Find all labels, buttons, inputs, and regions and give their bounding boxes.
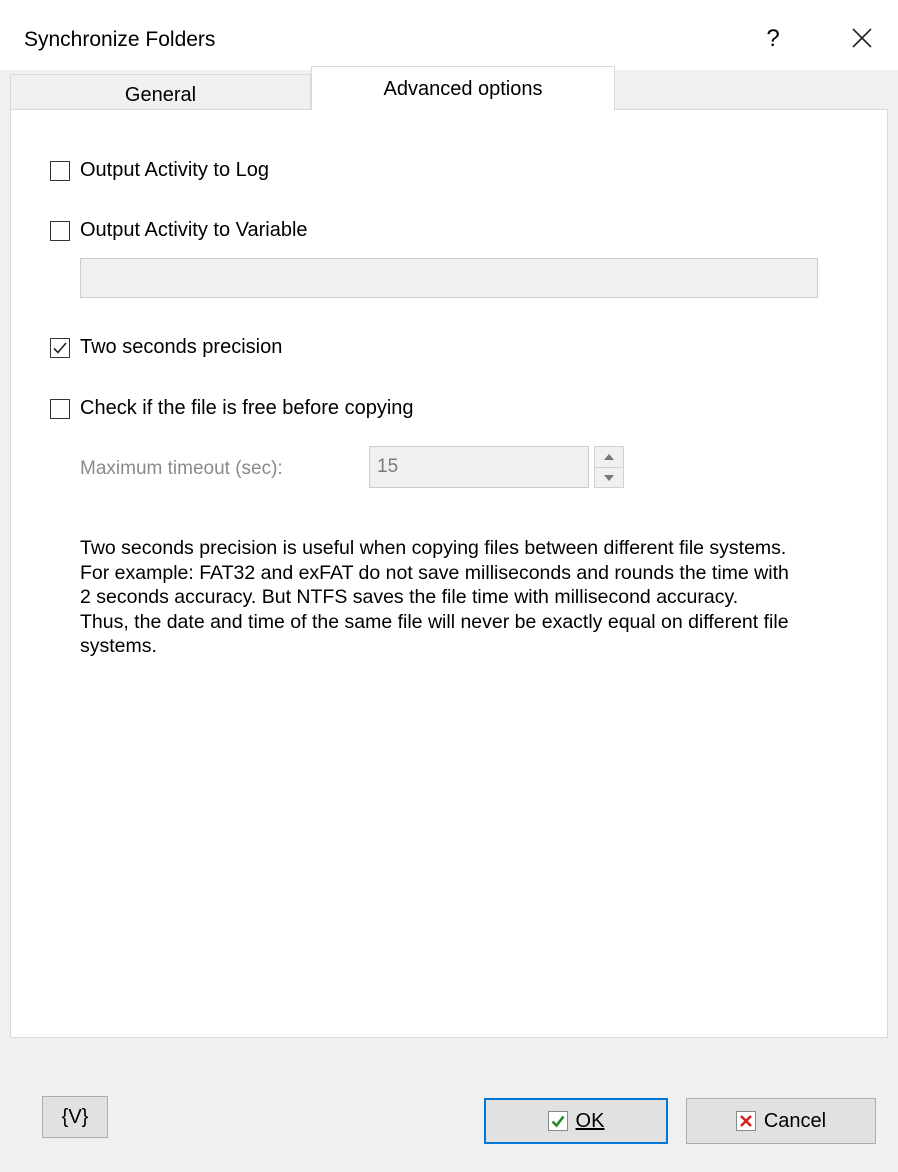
cancel-label: Cancel [763, 1109, 827, 1132]
output-log-option[interactable]: Output Activity to Log [50, 159, 269, 182]
two-seconds-label: Two seconds precision [80, 336, 283, 358]
help-button[interactable]: ? [756, 22, 790, 56]
checkmark-icon [53, 341, 67, 354]
close-button[interactable] [842, 20, 882, 58]
arrow-down-icon [604, 475, 614, 481]
ok-check-icon [547, 1111, 568, 1131]
ok-button[interactable]: OK [484, 1098, 668, 1144]
tab-general[interactable]: General [10, 74, 311, 112]
output-variable-checkbox[interactable] [50, 220, 70, 241]
close-icon [852, 28, 872, 48]
cancel-button[interactable]: Cancel [686, 1098, 876, 1144]
variables-button[interactable]: {V} [42, 1096, 108, 1138]
two-seconds-option[interactable]: Two seconds precision [50, 336, 282, 359]
window-title: Synchronize Folders [24, 28, 216, 51]
tab-advanced-options[interactable]: Advanced options [311, 66, 615, 110]
check-free-checkbox[interactable] [50, 398, 70, 419]
spin-down-button[interactable] [595, 468, 623, 488]
two-seconds-checkbox[interactable] [50, 337, 70, 358]
output-variable-label: Output Activity to Variable [80, 219, 308, 241]
arrow-up-icon [604, 454, 614, 460]
check-free-option[interactable]: Check if the file is free before copying [50, 397, 414, 420]
timeout-label: Maximum timeout (sec): [80, 458, 283, 479]
timeout-spinner[interactable] [594, 446, 624, 488]
cancel-x-icon [735, 1111, 756, 1131]
check-free-label: Check if the file is free before copying [80, 397, 414, 419]
output-log-label: Output Activity to Log [80, 159, 269, 181]
timeout-input[interactable]: 15 [369, 446, 589, 488]
ok-label: OK [575, 1109, 605, 1132]
output-log-checkbox[interactable] [50, 160, 70, 181]
output-variable-option[interactable]: Output Activity to Variable [50, 219, 308, 242]
spin-up-button[interactable] [595, 447, 623, 468]
title-bar: Synchronize Folders ? [0, 0, 898, 70]
info-text: Two seconds precision is useful when cop… [80, 537, 789, 657]
output-variable-input[interactable] [80, 258, 818, 298]
